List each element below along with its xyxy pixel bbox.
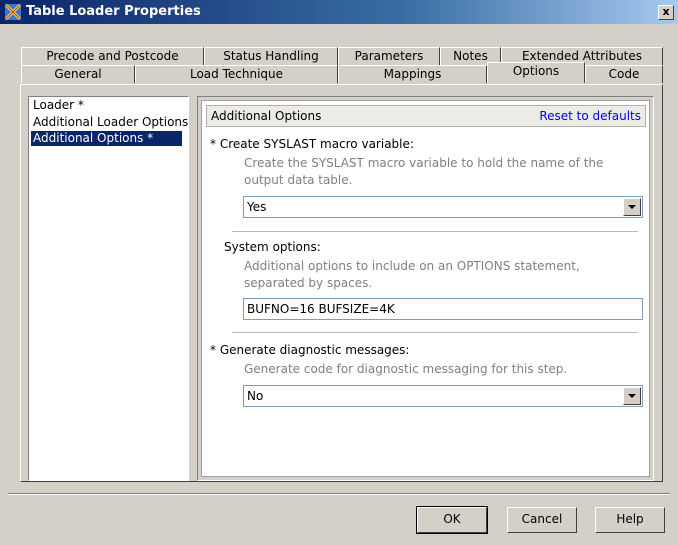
system-options-label: System options: <box>224 240 321 254</box>
options-category-list[interactable]: Loader * Additional Loader Options Addit… <box>28 96 189 481</box>
section-title: Additional Options <box>211 109 322 123</box>
close-button[interactable]: x <box>658 5 674 20</box>
tab-status-handling[interactable]: Status Handling <box>204 47 338 65</box>
tab-options[interactable]: Options <box>487 62 585 83</box>
system-options-input[interactable]: BUFNO=16 BUFSIZE=4K <box>243 298 643 320</box>
tab-parameters[interactable]: Parameters <box>338 47 440 65</box>
close-icon: x <box>662 5 670 18</box>
list-item-label: Additional Options * <box>33 131 154 145</box>
tab-label: Notes <box>453 49 488 63</box>
help-button[interactable]: Help <box>595 507 665 533</box>
syslast-description: Create the SYSLAST macro variable to hol… <box>244 156 604 187</box>
syslast-value: Yes <box>247 200 267 214</box>
tab-label: Status Handling <box>223 49 319 63</box>
bottom-divider <box>8 493 670 495</box>
title-bar[interactable]: Table Loader Properties x <box>0 0 678 24</box>
diagnostic-label: * Generate diagnostic messages: <box>210 343 410 357</box>
ok-button[interactable]: OK <box>416 506 488 534</box>
list-item-loader[interactable]: Loader * <box>31 98 86 113</box>
tab-label: Parameters <box>354 49 424 63</box>
options-detail-inner: Additional Options Reset to defaults * C… <box>201 100 650 477</box>
table-loader-icon <box>4 3 22 21</box>
list-item-label: Loader * <box>33 98 84 112</box>
tab-mappings[interactable]: Mappings <box>338 65 487 83</box>
window-title: Table Loader Properties <box>26 4 201 19</box>
tab-label: Code <box>608 67 640 81</box>
diagnostic-description: Generate code for diagnostic messaging f… <box>244 362 568 376</box>
syslast-dropdown[interactable]: Yes <box>243 196 643 218</box>
diagnostic-value: No <box>247 389 264 403</box>
tab-code[interactable]: Code <box>585 65 663 83</box>
list-item-additional-options[interactable]: Additional Options * <box>31 131 182 146</box>
dialog-window: Table Loader Properties x Precode and Po… <box>0 0 678 545</box>
divider <box>232 332 638 334</box>
tab-label: Mappings <box>383 67 442 81</box>
section-header: Additional Options Reset to defaults <box>206 105 646 127</box>
tab-general[interactable]: General <box>21 65 135 83</box>
cancel-button[interactable]: Cancel <box>507 507 577 533</box>
tab-label: Load Technique <box>189 67 284 81</box>
diagnostic-dropdown[interactable]: No <box>243 385 643 407</box>
tab-precode-postcode[interactable]: Precode and Postcode <box>21 47 204 65</box>
system-options-description: Additional options to include on an OPTI… <box>244 259 580 290</box>
tab-label: Extended Attributes <box>521 49 643 63</box>
list-item-additional-loader-options[interactable]: Additional Loader Options <box>31 115 190 130</box>
chevron-down-icon[interactable] <box>623 387 641 405</box>
tab-label: General <box>54 67 102 81</box>
list-item-label: Additional Loader Options <box>33 115 189 129</box>
chevron-down-icon[interactable] <box>623 198 641 216</box>
syslast-label: * Create SYSLAST macro variable: <box>210 137 414 151</box>
divider <box>232 231 638 233</box>
tab-label: Precode and Postcode <box>46 49 179 63</box>
tab-label: Options <box>512 64 560 78</box>
system-options-value: BUFNO=16 BUFSIZE=4K <box>247 302 395 316</box>
reset-defaults-link[interactable]: Reset to defaults <box>539 109 641 123</box>
options-detail-panel: Additional Options Reset to defaults * C… <box>197 96 654 481</box>
tab-load-technique[interactable]: Load Technique <box>135 65 338 83</box>
